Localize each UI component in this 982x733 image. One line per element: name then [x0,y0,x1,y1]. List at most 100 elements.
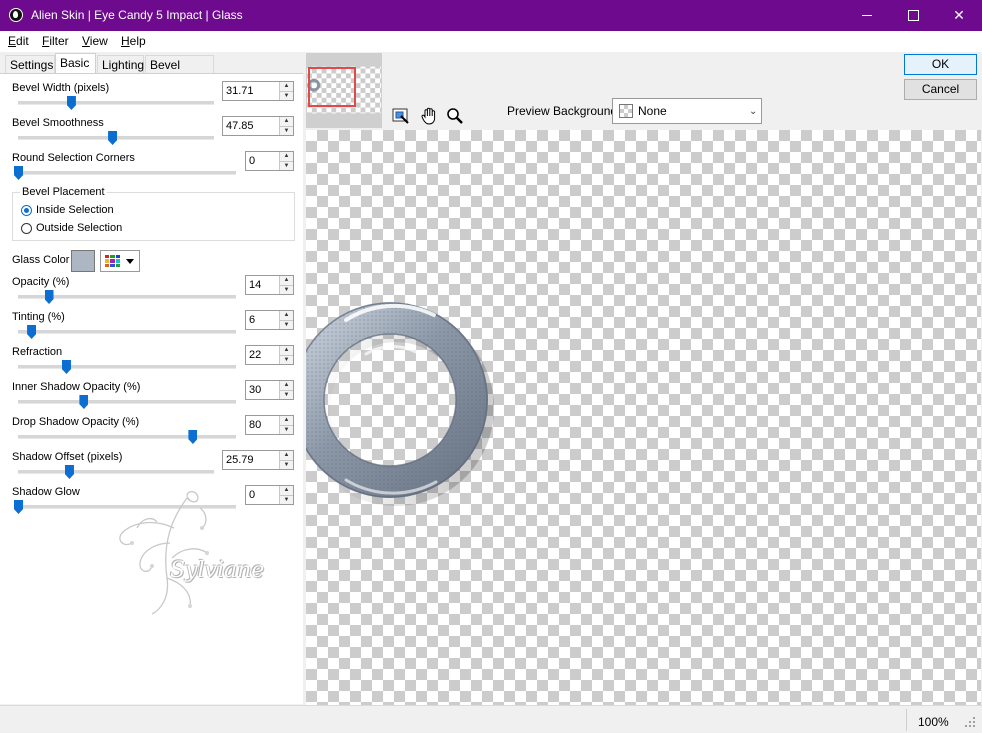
spin-up-icon[interactable]: ▲ [280,346,293,356]
refraction-spinner[interactable]: 22 ▲ ▼ [245,345,294,365]
spin-down-icon[interactable]: ▼ [280,91,293,100]
shadow-glow-label: Shadow Glow [12,486,80,498]
inside-selection-radio[interactable] [21,205,32,216]
spin-down-icon[interactable]: ▼ [280,285,293,294]
watermark-flourish [119,490,209,615]
ok-button[interactable]: OK [904,54,977,75]
chevron-down-icon [126,259,134,264]
preview-background-label: Preview Background: [507,104,621,118]
refraction-slider[interactable] [18,365,236,369]
round-corners-slider[interactable] [18,171,236,175]
navigator-icon [392,108,409,124]
shadow-offset-slider[interactable] [18,470,214,474]
glass-color-label: Glass Color [12,254,70,266]
tinting-spinner[interactable]: 6 ▲ ▼ [245,310,294,330]
bevel-smoothness-spinner[interactable]: 47.85 ▲ ▼ [222,116,294,136]
shadow-offset-label: Shadow Offset (pixels) [12,451,123,463]
outside-selection-radio[interactable] [21,223,32,234]
zoom-icon [447,108,463,124]
drop-shadow-opacity-value[interactable]: 80 [246,416,279,434]
drop-shadow-opacity-label: Drop Shadow Opacity (%) [12,416,140,428]
inner-shadow-opacity-label: Inner Shadow Opacity (%) [12,381,141,393]
spin-down-icon[interactable]: ▼ [280,126,293,135]
navigator-view-rect[interactable] [308,67,356,107]
glass-color-swatch[interactable] [71,250,95,272]
tab-lighting[interactable]: Lighting [97,55,144,74]
window-title: Alien Skin | Eye Candy 5 Impact | Glass [31,8,243,22]
opacity-spinner[interactable]: 14 ▲ ▼ [245,275,294,295]
tab-settings[interactable]: Settings [5,55,55,74]
chevron-down-icon: ⌄ [749,106,758,117]
preview-background-select[interactable]: None ⌄ [612,98,762,124]
bevel-smoothness-value[interactable]: 47.85 [223,117,279,135]
shadow-offset-spinner[interactable]: 25.79 ▲ ▼ [222,450,294,470]
pan-tool-button[interactable] [419,105,441,127]
tab-bevel-profile[interactable]: Bevel Profile [145,55,214,91]
round-corners-label: Round Selection Corners [12,152,135,164]
maximize-button[interactable] [890,0,936,31]
bevel-smoothness-label: Bevel Smoothness [12,117,104,129]
spin-down-icon[interactable]: ▼ [280,320,293,329]
inner-shadow-opacity-spinner[interactable]: 30 ▲ ▼ [245,380,294,400]
glass-ring-preview [306,138,981,705]
refraction-label: Refraction [12,346,63,358]
spin-down-icon[interactable]: ▼ [280,355,293,364]
bevel-width-value[interactable]: 31.71 [223,82,279,100]
close-button[interactable]: ✕ [936,0,982,31]
minimize-icon [862,15,872,16]
spin-up-icon[interactable]: ▲ [280,117,293,127]
menu-bar: Edit Filter View Help [0,31,982,52]
preview-canvas[interactable] [306,130,981,705]
tinting-label: Tinting (%) [12,311,65,323]
resize-grip-icon[interactable] [964,716,976,728]
outside-selection-label[interactable]: Outside Selection [36,222,122,234]
minimize-button[interactable] [844,0,890,31]
shadow-offset-value[interactable]: 25.79 [223,451,279,469]
bevel-width-spinner[interactable]: 31.71 ▲ ▼ [222,81,294,101]
spin-up-icon[interactable]: ▲ [280,381,293,391]
tinting-slider[interactable] [18,330,236,334]
drop-shadow-opacity-slider[interactable] [18,435,236,439]
app-icon[interactable] [9,8,23,22]
status-bar [0,705,982,733]
inner-shadow-opacity-slider[interactable] [18,400,236,404]
spin-up-icon[interactable]: ▲ [280,276,293,286]
refraction-value[interactable]: 22 [246,346,279,364]
menu-edit[interactable]: Edit [8,34,29,48]
bevel-placement-title: Bevel Placement [20,186,107,198]
spin-down-icon[interactable]: ▼ [280,390,293,399]
spin-up-icon[interactable]: ▲ [280,152,293,162]
spin-up-icon[interactable]: ▲ [280,416,293,426]
cancel-button[interactable]: Cancel [904,79,977,100]
color-palette-button[interactable] [100,250,140,272]
round-corners-spinner[interactable]: 0 ▲ ▼ [245,151,294,171]
menu-view[interactable]: View [82,34,108,48]
close-icon: ✕ [953,7,965,23]
spin-down-icon[interactable]: ▼ [280,425,293,434]
spin-down-icon[interactable]: ▼ [280,161,293,170]
status-divider [906,709,907,731]
zoom-tool-button[interactable] [444,105,466,127]
spin-up-icon[interactable]: ▲ [280,451,293,461]
menu-filter[interactable]: Filter [42,34,69,48]
tinting-value[interactable]: 6 [246,311,279,329]
menu-help[interactable]: Help [121,34,146,48]
title-bar: Alien Skin | Eye Candy 5 Impact | Glass … [0,0,982,31]
drop-shadow-opacity-spinner[interactable]: 80 ▲ ▼ [245,415,294,435]
tab-basic[interactable]: Basic [55,53,96,74]
zoom-level: 100% [918,715,949,729]
inner-shadow-opacity-value[interactable]: 30 [246,381,279,399]
bevel-width-slider[interactable] [18,101,214,105]
spin-up-icon[interactable]: ▲ [280,82,293,92]
inside-selection-label[interactable]: Inside Selection [36,204,114,216]
spin-down-icon[interactable]: ▼ [280,460,293,469]
navigator-button[interactable] [390,105,412,127]
transparency-icon [619,104,633,118]
watermark-signature: Sylviane [170,558,265,583]
opacity-label: Opacity (%) [12,276,70,288]
spin-up-icon[interactable]: ▲ [280,311,293,321]
bevel-width-label: Bevel Width (pixels) [12,82,110,94]
opacity-value[interactable]: 14 [246,276,279,294]
round-corners-value[interactable]: 0 [246,152,279,170]
palette-icon [105,255,120,267]
